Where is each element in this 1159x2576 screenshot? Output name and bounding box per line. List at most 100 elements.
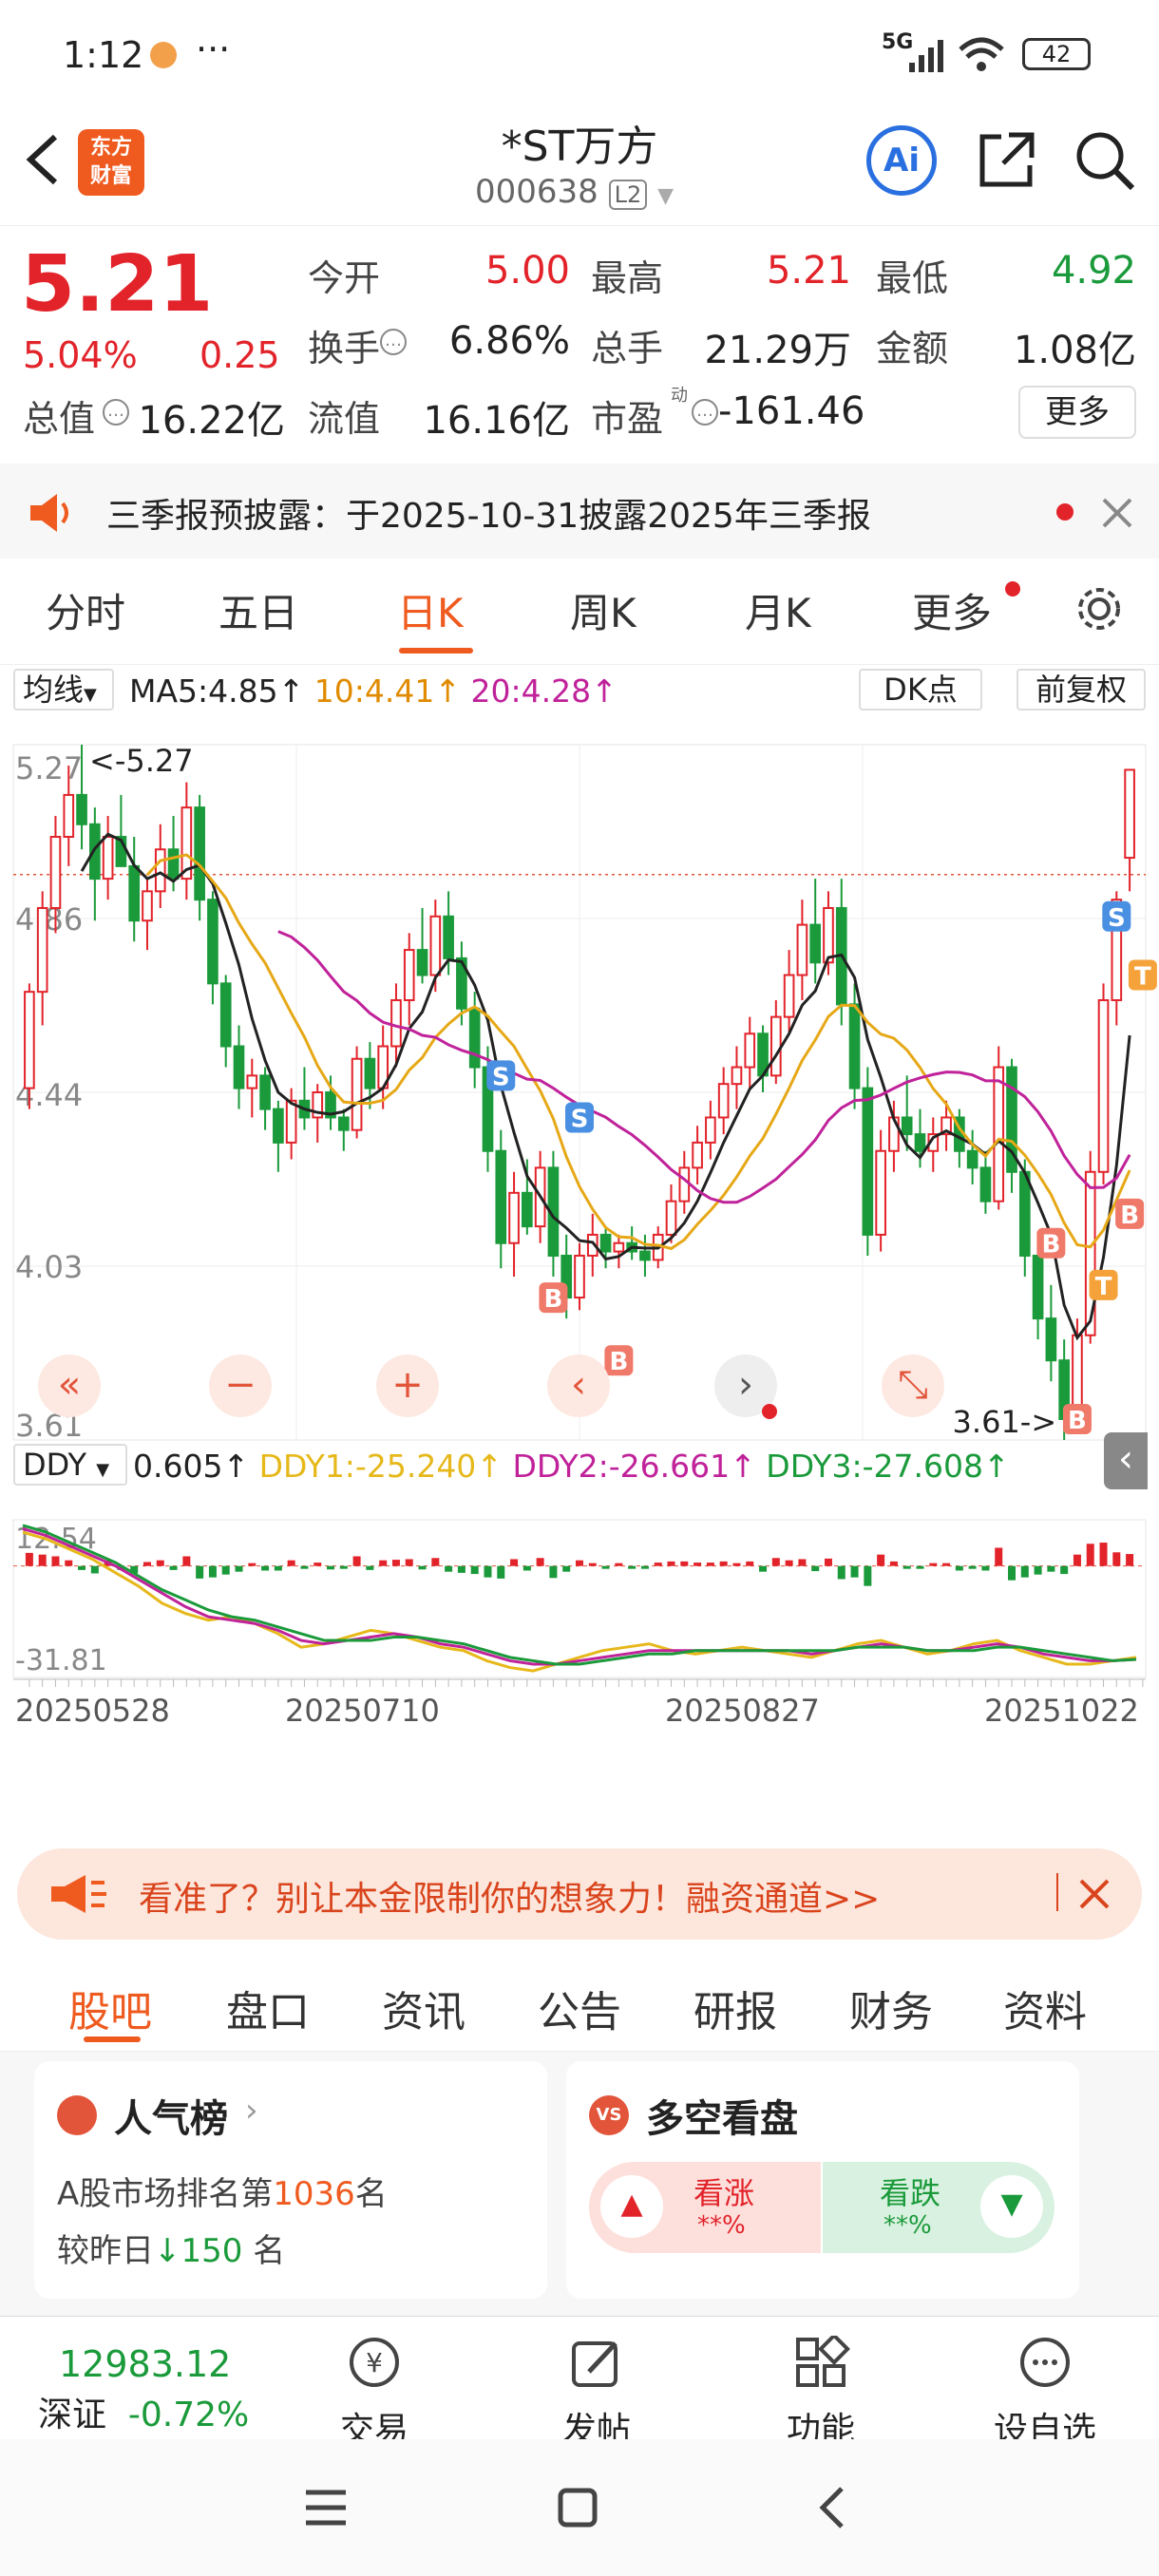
popularity-title: 人气榜 xyxy=(114,2097,228,2141)
dk-point-button[interactable]: DK点 xyxy=(859,669,982,710)
signal-badge-b: B xyxy=(604,1345,634,1376)
ddy-bar xyxy=(470,1565,479,1575)
tab-daily-k[interactable]: 日K xyxy=(397,581,464,639)
ddy-bar xyxy=(929,1563,938,1566)
bull-button[interactable]: ▲ 看涨 **% xyxy=(589,2162,821,2253)
close-icon[interactable] xyxy=(1098,494,1136,532)
previous-button[interactable]: ‹ xyxy=(547,1354,610,1417)
tab-handicap[interactable]: 盘口 xyxy=(226,1978,310,2038)
candle xyxy=(1006,1058,1017,1193)
candle xyxy=(1097,983,1110,1185)
bear-button[interactable]: 看跌 **% ▼ xyxy=(823,2162,1054,2253)
edit-pencil-icon xyxy=(572,2341,618,2387)
open-value: 5.00 xyxy=(484,249,570,293)
tab-monthly-k[interactable]: 月K xyxy=(745,581,811,639)
ma5-arrow: ↑ xyxy=(277,672,305,710)
collapse-panel-button[interactable]: ‹ xyxy=(1104,1432,1148,1489)
mktcap-label: 总值 xyxy=(23,398,96,440)
ddy-bar xyxy=(785,1560,793,1566)
candle xyxy=(337,1108,350,1151)
svg-text:¥: ¥ xyxy=(366,2347,383,2378)
ddy-bar xyxy=(864,1565,872,1586)
menu-icon[interactable] xyxy=(302,2489,350,2527)
signal-badge-label: T xyxy=(1095,1273,1112,1301)
functions-button[interactable]: 功能 xyxy=(745,2333,897,2452)
notice-banner[interactable]: 三季报预披露：于2025-10-31披露2025年三季报 xyxy=(0,464,1159,559)
settings-gear-icon[interactable] xyxy=(1074,583,1125,635)
x-tick-label: 20251022 xyxy=(984,1693,1139,1729)
ddy-bar xyxy=(759,1565,768,1572)
megaphone-icon xyxy=(30,494,68,532)
kline-chart-area[interactable]: 均线▼ MA5:4.85↑ 10:4.41↑ 20:4.28↑ DK点 前复权 … xyxy=(0,665,1159,1833)
ddy-bar xyxy=(445,1565,453,1572)
pan-left-button[interactable]: « xyxy=(38,1354,101,1417)
ddy-bar xyxy=(25,1552,33,1566)
low-annotation: 3.61-> xyxy=(953,1404,1057,1440)
up-triangle-icon: ▲ xyxy=(600,2175,663,2238)
add-watchlist-button[interactable]: 设自选 xyxy=(969,2336,1121,2452)
candle-body xyxy=(273,1108,284,1144)
ad-text: 看准了？别让本金限制你的想象力！融资通道>> xyxy=(139,1880,881,1919)
popularity-card[interactable]: 人气榜 › A股市场排名第1036名 较昨日↓150 名 xyxy=(34,2061,547,2299)
stock-header: 东方 财富 *ST万方 000638 L2 ▼ Ai xyxy=(0,104,1159,226)
signal-badge-label: B xyxy=(1068,1407,1087,1435)
low-value: 4.92 xyxy=(1051,249,1136,293)
candle xyxy=(128,837,141,942)
ddy-bar xyxy=(196,1565,204,1579)
ai-button[interactable]: Ai xyxy=(866,125,937,196)
info-icon[interactable]: … xyxy=(380,329,407,355)
amount-label: 金额 xyxy=(876,328,949,369)
candle-body xyxy=(639,1250,651,1261)
tab-finance[interactable]: 财务 xyxy=(849,1978,933,2038)
ma-selector[interactable]: 均线▼ xyxy=(13,669,114,710)
trade-button[interactable]: ¥ 交易 xyxy=(298,2336,450,2452)
candle-body xyxy=(1097,998,1110,1173)
candle-body xyxy=(599,1233,612,1253)
index-value: 12983.12 xyxy=(59,2343,231,2385)
tab-five-day[interactable]: 五日 xyxy=(218,581,298,639)
home-square-icon[interactable] xyxy=(557,2487,598,2529)
candle xyxy=(1124,768,1135,892)
fullscreen-button[interactable]: ⤡ xyxy=(882,1354,944,1417)
index-value-text: 12983.12 xyxy=(59,2343,232,2385)
info-icon[interactable]: … xyxy=(103,399,129,426)
back-arrow-icon[interactable] xyxy=(19,131,66,188)
pe-dynamic-tag: 动 xyxy=(671,386,688,406)
tab-announcements[interactable]: 公告 xyxy=(538,1978,621,2038)
close-icon[interactable] xyxy=(1075,1875,1113,1913)
tab-research[interactable]: 研报 xyxy=(694,1978,777,2038)
tab-news[interactable]: 资讯 xyxy=(382,1978,466,2038)
tab-guba[interactable]: 股吧 xyxy=(68,1978,152,2038)
candle xyxy=(875,1129,886,1252)
adjust-button[interactable]: 前复权 xyxy=(1016,669,1146,710)
candle-body xyxy=(219,982,232,1048)
candle xyxy=(744,1016,756,1089)
index-ticker[interactable]: 12983.12 深证 -0.72% xyxy=(34,2324,253,2434)
tab-weekly-k[interactable]: 周K xyxy=(570,581,636,639)
candle xyxy=(102,815,114,900)
rank-value: 1036 xyxy=(273,2175,355,2213)
search-icon[interactable] xyxy=(1072,127,1138,194)
share-icon[interactable] xyxy=(973,127,1039,194)
signal-badge-label: S xyxy=(1108,904,1126,933)
zoom-out-button[interactable]: − xyxy=(209,1354,272,1417)
ddy-bar xyxy=(1008,1565,1016,1581)
financing-ad-banner[interactable]: 看准了？别让本金限制你的想象力！融资通道>> xyxy=(17,1848,1142,1940)
stock-code[interactable]: 000638 L2 ▼ xyxy=(475,173,674,211)
tab-more[interactable]: 更多 xyxy=(912,581,992,639)
ddy-bar xyxy=(1020,1565,1029,1578)
ddy-bar xyxy=(366,1565,374,1570)
ddy-bar xyxy=(798,1559,807,1566)
tab-profile[interactable]: 资料 xyxy=(1003,1978,1087,2038)
zoom-in-button[interactable]: + xyxy=(376,1354,439,1417)
more-button[interactable]: 更多 xyxy=(1018,386,1136,439)
indicator-selector[interactable]: DDY ▼ xyxy=(13,1444,127,1486)
info-icon[interactable]: … xyxy=(692,399,718,426)
ddy-bar xyxy=(51,1556,60,1566)
tab-intraday[interactable]: 分时 xyxy=(46,581,125,639)
ddy-bar xyxy=(457,1565,466,1573)
kline-svg[interactable]: 5.274.864.444.033.61<-5.273.61->BBSSBBTB… xyxy=(0,718,1159,1738)
amount-value: 1.08亿 xyxy=(1013,329,1136,372)
back-chevron-icon[interactable] xyxy=(813,2485,851,2530)
post-button[interactable]: 发帖 xyxy=(521,2336,673,2452)
